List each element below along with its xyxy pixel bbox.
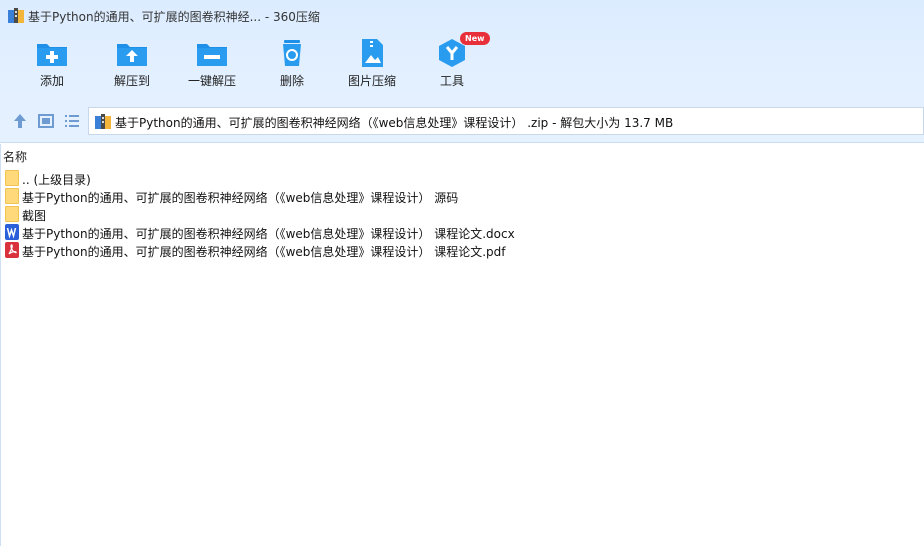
image-compress-button[interactable]: 图片压缩: [332, 38, 412, 98]
extract-to-label: 解压到: [113, 74, 150, 88]
one-click-extract-label: 一键解压: [187, 74, 236, 88]
file-list: 名称 .. (上级目录) 基于Python的通用、可扩展的图卷积神经网络（《we…: [0, 144, 924, 546]
navigation-row: 基于Python的通用、可扩展的图卷积神经网络（《web信息处理》课程设计） .…: [0, 107, 924, 135]
top-panel: 基于Python的通用、可扩展的图卷积神经... - 360压缩 添加 解压到 …: [0, 0, 924, 143]
list-view-icon[interactable]: [63, 112, 81, 130]
file-name: 基于Python的通用、可扩展的图卷积神经网络（《web信息处理》课程设计） 源…: [22, 191, 459, 205]
list-item-parent-dir[interactable]: .. (上级目录): [4, 169, 604, 187]
file-name: 基于Python的通用、可扩展的图卷积神经网络（《web信息处理》课程设计） 课…: [22, 245, 506, 259]
extract-to-button[interactable]: 解压到: [92, 38, 172, 98]
thumbnail-view-icon[interactable]: [37, 112, 55, 130]
up-arrow-icon[interactable]: [11, 112, 29, 130]
tools-button[interactable]: New 工具: [412, 32, 492, 98]
name-column-header[interactable]: 名称: [3, 148, 27, 165]
list-item-source-folder[interactable]: 基于Python的通用、可扩展的图卷积神经网络（《web信息处理》课程设计） 源…: [4, 187, 604, 205]
add-button[interactable]: 添加: [12, 38, 92, 98]
archive-app-icon: [8, 8, 24, 23]
window-title: 基于Python的通用、可扩展的图卷积神经... - 360压缩: [28, 10, 320, 24]
tools-label: 工具: [439, 74, 464, 88]
app-window: 基于Python的通用、可扩展的图卷积神经... - 360压缩 添加 解压到 …: [0, 0, 924, 546]
word-doc-icon: [5, 224, 19, 240]
archive-icon: [95, 114, 111, 129]
delete-button[interactable]: 删除: [252, 38, 332, 98]
file-name: .. (上级目录): [22, 173, 91, 187]
image-compress-icon: [362, 39, 383, 67]
one-click-extract-icon: [197, 44, 227, 66]
add-label: 添加: [39, 74, 64, 88]
address-text: 基于Python的通用、可扩展的图卷积神经网络（《web信息处理》课程设计） .…: [115, 116, 674, 130]
extract-to-icon: [117, 44, 147, 66]
file-name: 基于Python的通用、可扩展的图卷积神经网络（《web信息处理》课程设计） 课…: [22, 227, 515, 241]
one-click-extract-button[interactable]: 一键解压: [172, 38, 252, 98]
list-item-pdf[interactable]: 基于Python的通用、可扩展的图卷积神经网络（《web信息处理》课程设计） 课…: [4, 241, 604, 259]
add-icon: [37, 44, 67, 66]
image-compress-label: 图片压缩: [347, 74, 396, 88]
address-bar[interactable]: 基于Python的通用、可扩展的图卷积神经网络（《web信息处理》课程设计） .…: [88, 107, 924, 135]
folder-icon: [5, 206, 19, 222]
pdf-icon: [5, 242, 19, 258]
folder-icon: [5, 188, 19, 204]
list-item-screenshots-folder[interactable]: 截图: [4, 205, 604, 223]
delete-icon: [283, 40, 301, 66]
file-name: 截图: [22, 209, 47, 223]
delete-label: 删除: [279, 74, 304, 88]
folder-icon: [5, 170, 19, 186]
list-item-docx[interactable]: 基于Python的通用、可扩展的图卷积神经网络（《web信息处理》课程设计） 课…: [4, 223, 604, 241]
title-bar: 基于Python的通用、可扩展的图卷积神经... - 360压缩: [0, 0, 924, 32]
new-badge: New: [460, 32, 490, 45]
